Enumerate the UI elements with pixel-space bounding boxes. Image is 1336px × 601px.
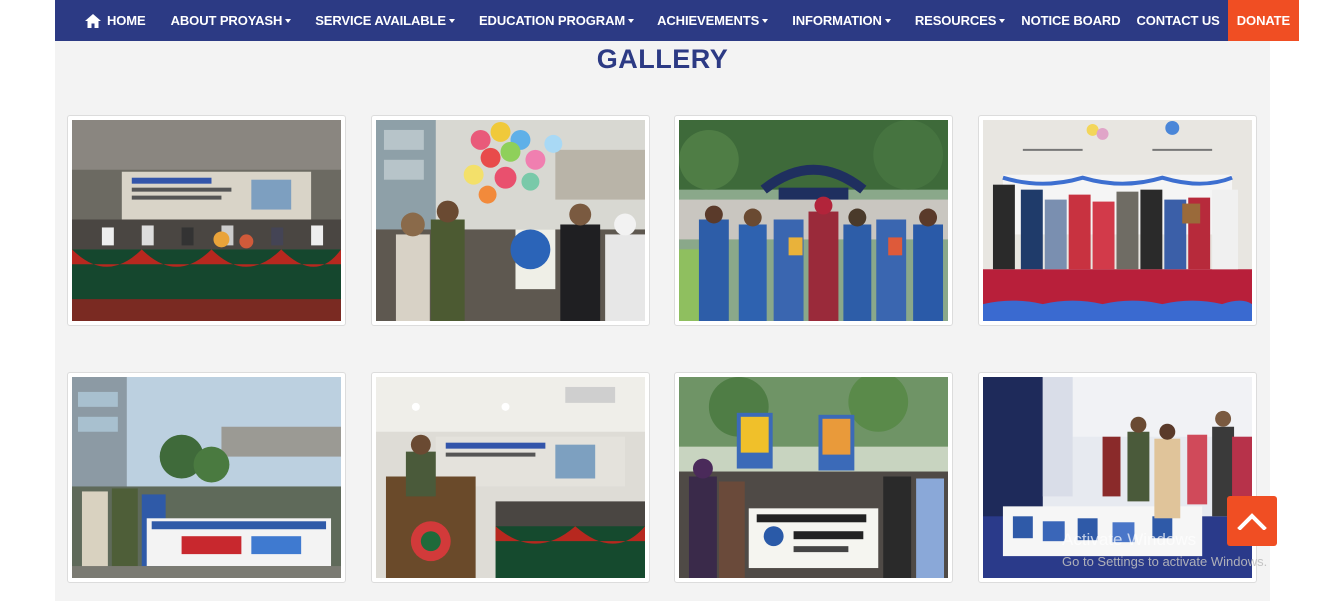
nav-education[interactable]: EDUCATION PROGRAM [471, 0, 642, 41]
nav-notice-label: NOTICE BOARD [1021, 13, 1121, 28]
gallery-photo-4[interactable] [978, 115, 1257, 326]
gallery-photo-2[interactable] [371, 115, 650, 326]
nav-home[interactable]: HOME [55, 0, 154, 41]
gallery-photo-1[interactable] [67, 115, 346, 326]
nav-about-label: ABOUT PROYASH [170, 13, 283, 28]
chevron-down-icon [628, 18, 635, 23]
photo-balloons [376, 120, 645, 321]
scroll-to-top-button[interactable] [1227, 496, 1277, 546]
nav-information[interactable]: INFORMATION [784, 0, 899, 41]
nav-service[interactable]: SERVICE AVAILABLE [307, 0, 463, 41]
photo-rally [72, 377, 341, 578]
nav-resources-label: RESOURCES [914, 13, 997, 28]
nav-achievements[interactable]: ACHIEVEMENTS [649, 0, 776, 41]
chevron-down-icon [999, 18, 1006, 23]
nav-contact-label: CONTACT US [1136, 13, 1220, 28]
chevron-down-icon [448, 18, 455, 23]
nav-notice-board[interactable]: NOTICE BOARD [1013, 0, 1128, 41]
chevron-up-icon [1237, 513, 1267, 530]
watermark-title: Activate Windows [1062, 530, 1197, 549]
donate-label: DONATE [1236, 13, 1291, 28]
gallery-photo-6[interactable] [371, 372, 650, 583]
page-title: GALLERY [596, 44, 729, 74]
donate-button[interactable]: DONATE [1227, 0, 1300, 41]
watermark-subtitle: Go to Settings to activate Windows. [1062, 554, 1268, 569]
main-navbar: HOME ABOUT PROYASH SERVICE AVAILABLE EDU… [55, 0, 1300, 41]
nav-about[interactable]: ABOUT PROYASH [163, 0, 300, 41]
chevron-down-icon [884, 18, 891, 23]
photo-podium-speaker [376, 377, 645, 578]
nav-achievements-label: ACHIEVEMENTS [657, 13, 760, 28]
nav-resources[interactable]: RESOURCES [907, 0, 1013, 41]
gallery-photo-3[interactable] [674, 115, 953, 326]
photo-seminar [72, 120, 341, 321]
nav-service-label: SERVICE AVAILABLE [315, 13, 446, 28]
photo-banner-group [679, 372, 948, 578]
photo-school-gate [679, 120, 948, 321]
chevron-down-icon [762, 18, 769, 23]
nav-education-label: EDUCATION PROGRAM [478, 13, 626, 28]
gallery-photo-5[interactable] [67, 372, 346, 583]
nav-home-label: HOME [107, 13, 146, 28]
nav-information-label: INFORMATION [792, 13, 882, 28]
home-icon [85, 13, 101, 28]
nav-contact-us[interactable]: CONTACT US [1129, 0, 1228, 41]
gallery-photo-7[interactable] [674, 372, 953, 583]
page-container: HOME ABOUT PROYASH SERVICE AVAILABLE EDU… [55, 0, 1300, 601]
photo-stage-children [983, 120, 1252, 321]
photo-gallery [67, 115, 1259, 585]
chevron-down-icon [285, 18, 292, 23]
